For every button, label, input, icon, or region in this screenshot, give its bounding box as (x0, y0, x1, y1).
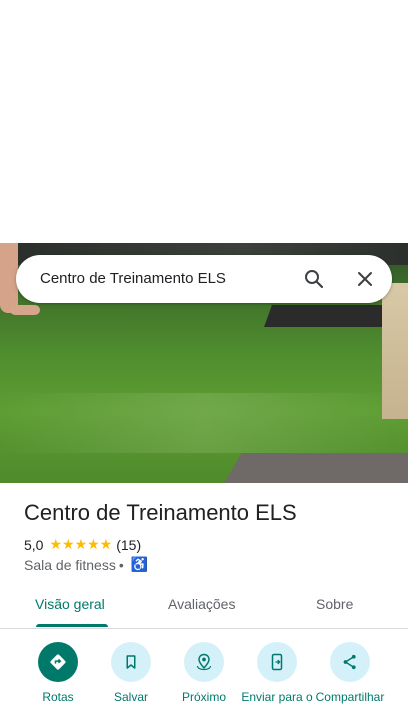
search-bar[interactable]: Centro de Treinamento ELS (16, 255, 392, 303)
send-to-phone-icon (257, 642, 297, 682)
nearby-icon (184, 642, 224, 682)
category-separator: • (118, 556, 124, 573)
bookmark-icon (111, 642, 151, 682)
photo-person-foot (10, 305, 40, 315)
star-rating-icon: ★★★★★ (49, 536, 113, 552)
tab-about[interactable]: Sobre (316, 596, 353, 612)
category-row: Sala de fitness • ♿ (24, 556, 148, 573)
place-title: Centro de Treinamento ELS (24, 500, 297, 525)
directions-label: Rotas (42, 690, 74, 704)
map-area (0, 0, 408, 243)
directions-button[interactable]: Rotas (18, 640, 98, 704)
save-button[interactable]: Salvar (91, 640, 171, 704)
nearby-label: Próximo (181, 690, 226, 704)
photo-bottom-mat (218, 453, 408, 483)
share-icon (330, 642, 370, 682)
review-count: (15) (116, 536, 142, 553)
tab-overview[interactable]: Visão geral (35, 596, 105, 612)
tab-indicator (36, 624, 108, 627)
send-to-phone-button[interactable]: Enviar para o (237, 640, 317, 704)
directions-icon (38, 642, 78, 682)
nearby-button[interactable]: Próximo (164, 640, 244, 704)
wheelchair-icon: ♿ (130, 556, 149, 572)
rating-value: 5,0 (24, 536, 44, 553)
save-label: Salvar (113, 690, 148, 704)
close-icon[interactable] (353, 267, 377, 291)
search-icon[interactable] (302, 267, 326, 291)
category-label: Sala de fitness (24, 556, 116, 573)
photo-light (0, 393, 408, 453)
search-query[interactable]: Centro de Treinamento ELS (40, 270, 226, 287)
tab-reviews[interactable]: Avaliações (168, 596, 235, 612)
tab-bar: Visão geral Avaliações Sobre (0, 580, 408, 629)
share-label: Compartilhar (315, 690, 385, 704)
action-bar: Rotas Salvar Próximo Enviar para o Compa… (0, 640, 408, 726)
send-to-phone-label: Enviar para o (241, 690, 313, 704)
share-button[interactable]: Compartilhar (310, 640, 390, 704)
rating-row[interactable]: 5,0 ★★★★★ (15) (24, 536, 141, 553)
